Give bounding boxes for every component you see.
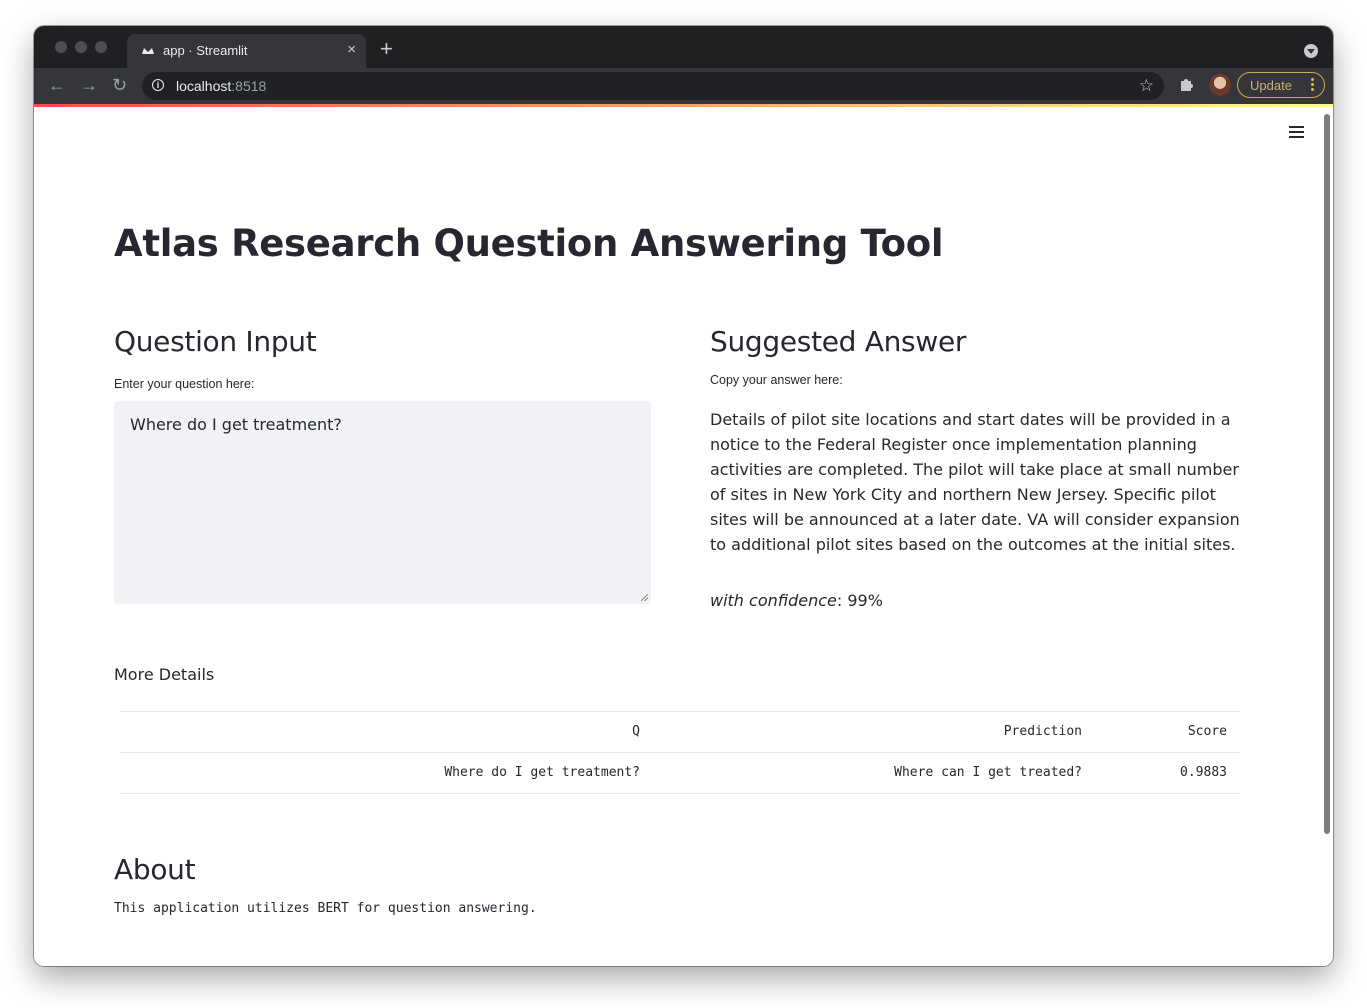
column-header-score[interactable]: Score (1188, 724, 1227, 739)
url-host: localhost (176, 78, 232, 94)
site-info-icon[interactable]: i (152, 79, 164, 91)
bookmark-star-icon[interactable]: ☆ (1139, 76, 1154, 96)
forward-arrow-icon[interactable]: → (80, 75, 98, 95)
table-cell-prediction: Where can I get treated? (894, 765, 1082, 780)
extensions-puzzle-icon[interactable] (1178, 76, 1194, 92)
suggested-answer-header: Suggested Answer (710, 325, 967, 358)
address-bar[interactable]: i localhost:8518 ☆ (142, 72, 1164, 100)
browser-window: app · Streamlit × + ← → ↻ i localhost:85… (34, 26, 1333, 966)
maximize-window-button[interactable] (95, 41, 107, 53)
resize-handle-icon[interactable] (641, 594, 648, 601)
more-menu-icon[interactable] (1311, 76, 1315, 93)
answer-text: Details of pilot site locations and star… (710, 410, 1240, 554)
streamlit-page: Atlas Research Question Answering Tool Q… (34, 104, 1333, 966)
page-scrollbar[interactable] (1324, 114, 1330, 834)
details-table: Q Prediction Score Where do I get treatm… (121, 711, 1239, 794)
screen: app · Streamlit × + ← → ↻ i localhost:85… (0, 0, 1367, 1008)
browser-toolbar: ← → ↻ i localhost:8518 ☆ Update (34, 68, 1333, 104)
update-label: Update (1250, 78, 1292, 93)
about-text: This application utilizes BERT for quest… (114, 901, 537, 916)
back-arrow-icon[interactable]: ← (48, 75, 66, 95)
more-details-label: More Details (114, 665, 215, 684)
tab-search-icon[interactable] (1304, 44, 1318, 58)
tab-close-icon[interactable]: × (347, 41, 356, 59)
confidence-value: : 99% (836, 591, 883, 610)
table-cell-score: 0.9883 (1180, 765, 1227, 780)
question-textarea[interactable]: Where do I get treatment? (114, 401, 651, 604)
minimize-window-button[interactable] (75, 41, 87, 53)
column-header-prediction[interactable]: Prediction (1004, 724, 1082, 739)
question-input-header: Question Input (114, 325, 317, 358)
question-field-label: Enter your question here: (114, 377, 255, 391)
tab-title: app · Streamlit (163, 43, 248, 58)
question-text: Where do I get treatment? (130, 415, 342, 434)
browser-tab[interactable]: app · Streamlit × (127, 34, 366, 68)
confidence-line: with confidence: 99% (710, 591, 883, 610)
column-header-q[interactable]: Q (632, 724, 640, 739)
table-cell-q: Where do I get treatment? (444, 765, 640, 780)
tab-strip: app · Streamlit × + (34, 26, 1333, 68)
close-window-button[interactable] (55, 41, 67, 53)
about-header: About (114, 853, 196, 886)
table-row: Where do I get treatment? Where can I ge… (121, 753, 1239, 794)
url-text: localhost:8518 (176, 78, 266, 94)
answer-field-label: Copy your answer here: (710, 373, 843, 387)
hamburger-menu-icon[interactable] (1289, 126, 1304, 141)
streamlit-crown-icon (142, 48, 154, 54)
page-title: Atlas Research Question Answering Tool (114, 222, 944, 265)
header-decoration-bar (34, 104, 1333, 107)
confidence-label: with confidence (710, 591, 837, 610)
table-header-row: Q Prediction Score (121, 712, 1239, 753)
reload-icon[interactable]: ↻ (112, 75, 127, 95)
update-button[interactable]: Update (1237, 72, 1325, 98)
url-port: :8518 (231, 78, 267, 94)
profile-avatar[interactable] (1209, 74, 1231, 96)
new-tab-button[interactable]: + (380, 38, 393, 60)
